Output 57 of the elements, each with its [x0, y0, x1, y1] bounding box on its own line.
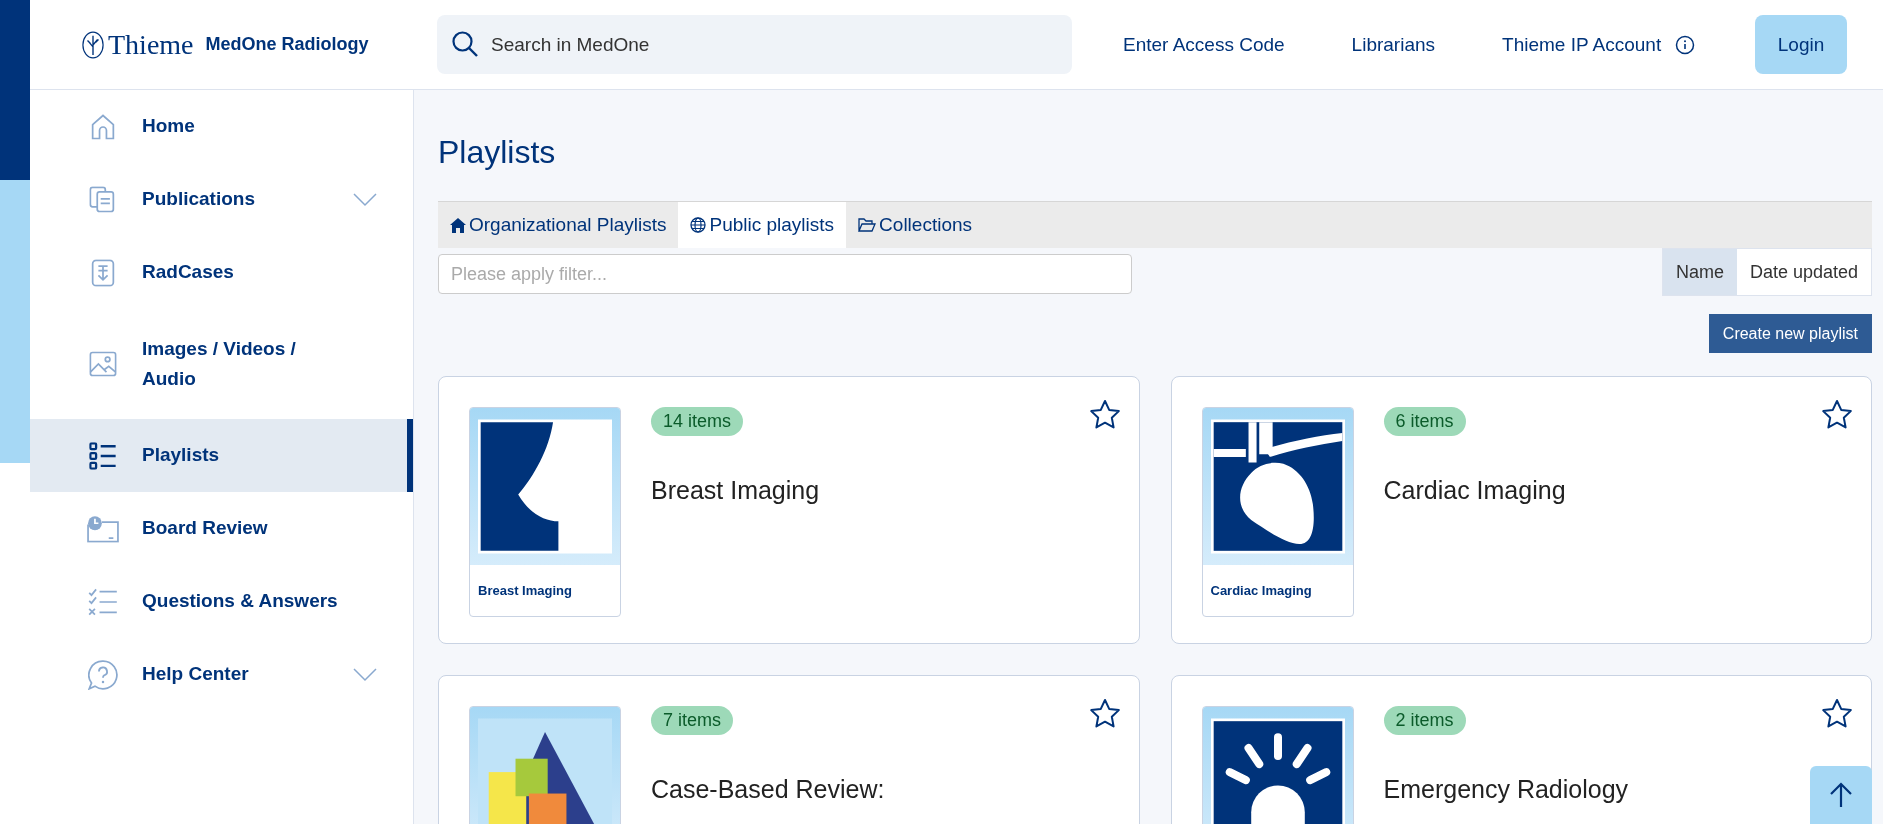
item-count-badge: 2 items	[1383, 706, 1466, 735]
star-icon[interactable]	[1821, 399, 1853, 429]
checklist-icon	[88, 587, 118, 616]
sidebar-item[interactable]: Board Review	[30, 492, 413, 565]
list-icon	[89, 441, 117, 470]
header-link[interactable]: Librarians	[1351, 33, 1436, 56]
documents-icon	[89, 185, 117, 214]
thumbnail-caption: Breast Imaging	[477, 582, 573, 598]
tab[interactable]: Public playlists	[678, 202, 847, 248]
info-icon[interactable]	[1675, 34, 1696, 55]
scroll-to-top-button[interactable]	[1810, 766, 1872, 824]
sort-button[interactable]: Name	[1662, 249, 1737, 295]
folder-icon	[858, 218, 877, 232]
sidebar-item[interactable]: Help Center	[30, 638, 413, 711]
playlist-title[interactable]: Breast Imaging	[651, 476, 820, 505]
tab[interactable]: Organizational Playlists	[438, 202, 679, 248]
filter-field[interactable]: Please apply filter...	[438, 254, 1132, 294]
sidebar-item[interactable]: Home	[30, 90, 413, 163]
page-title: Playlists	[438, 134, 557, 171]
playlist-title[interactable]: Emergency Radiology	[1383, 775, 1629, 804]
playlist-card[interactable]: 2 items Emergency Radiology	[1170, 675, 1872, 824]
sidebar-item[interactable]: Questions & Answers	[30, 565, 413, 638]
star-icon[interactable]	[1821, 698, 1853, 728]
sidebar-item[interactable]: RadCases	[30, 236, 413, 309]
create-playlist-button[interactable]: Create new playlist	[1708, 314, 1872, 353]
tab[interactable]: Collections	[846, 202, 985, 248]
sidebar-item[interactable]: Playlists	[30, 419, 413, 492]
globe-icon	[690, 217, 707, 233]
case-icon	[89, 258, 117, 287]
header-link[interactable]: Enter Access Code	[1123, 33, 1285, 56]
star-icon[interactable]	[1088, 698, 1121, 728]
playlist-title[interactable]: Case-Based Review:	[651, 775, 885, 804]
help-icon	[88, 659, 118, 690]
playlist-card[interactable]: 7 items Case-Based Review:	[438, 675, 1140, 824]
playlist-card[interactable]: Breast Imaging 14 items Breast Imaging	[438, 376, 1140, 644]
arrow-up-icon	[1829, 782, 1853, 808]
thumbnail-caption: Cardiac Imaging	[1209, 582, 1313, 598]
login-button[interactable]: Login	[1755, 15, 1847, 74]
product-name: MedOne Radiology	[205, 34, 369, 55]
home-icon	[450, 217, 466, 233]
header-link[interactable]: Thieme IP Account	[1502, 33, 1662, 56]
brand-name[interactable]: Thieme	[108, 28, 194, 61]
sort-button[interactable]: Date updated	[1736, 249, 1871, 295]
star-icon[interactable]	[1088, 399, 1121, 429]
search-field[interactable]: Search in MedOne	[437, 15, 1072, 74]
playlist-title[interactable]: Cardiac Imaging	[1383, 476, 1566, 505]
image-icon	[89, 350, 117, 378]
home-icon	[89, 112, 117, 141]
sidebar-item[interactable]: Images / Videos / Audio	[30, 309, 413, 419]
item-count-badge: 14 items	[651, 407, 744, 436]
playlist-card[interactable]: Cardiac Imaging 6 items Cardiac Imaging	[1170, 376, 1872, 644]
sidebar-item[interactable]: Publications	[30, 163, 413, 236]
search-icon	[451, 30, 479, 58]
clock-board-icon	[86, 514, 120, 543]
item-count-badge: 7 items	[651, 706, 734, 735]
tree-logo-icon	[82, 30, 104, 59]
item-count-badge: 6 items	[1383, 407, 1466, 436]
